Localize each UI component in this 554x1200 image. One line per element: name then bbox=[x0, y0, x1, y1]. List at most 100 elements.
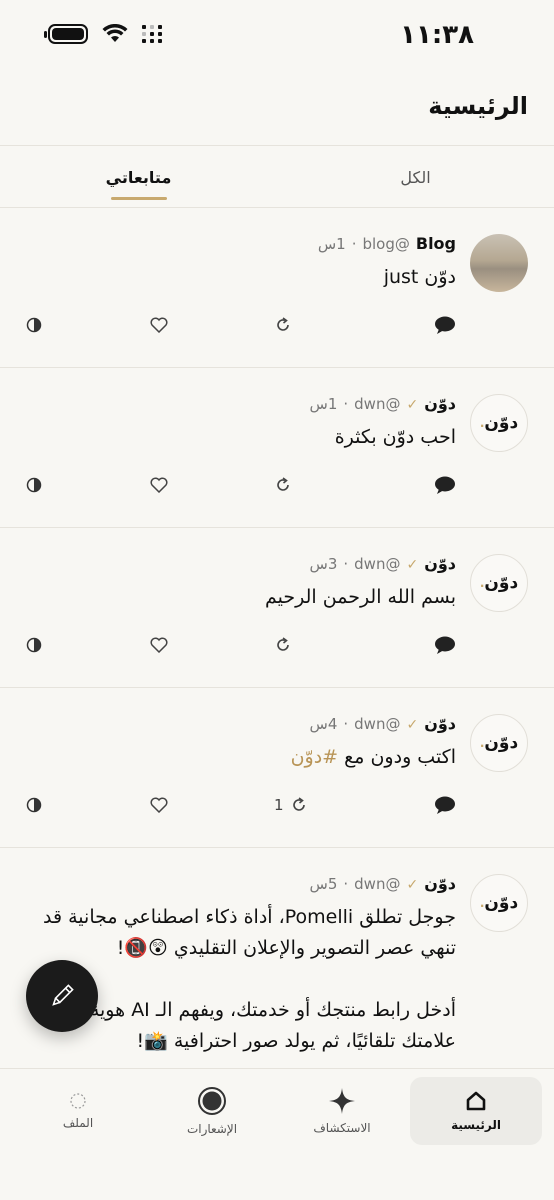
app-header: الرئيسية bbox=[0, 72, 554, 146]
comment-button[interactable] bbox=[434, 630, 456, 660]
repost-count: 1 bbox=[274, 796, 284, 814]
author-name[interactable]: Blog bbox=[416, 234, 456, 253]
separator: · bbox=[343, 555, 349, 573]
post[interactable]: دوّن. دوّن ✓ @dwn · 4س اكتب ودون مع #دوّ… bbox=[0, 688, 554, 848]
post-time: 1س bbox=[309, 395, 338, 413]
more-button[interactable] bbox=[26, 310, 42, 340]
author-name[interactable]: دوّن bbox=[424, 874, 456, 893]
nav-profile[interactable]: الملف bbox=[12, 1077, 144, 1145]
nav-explore-label: الاستكشاف bbox=[313, 1121, 371, 1135]
post-time: 3س bbox=[309, 555, 338, 573]
post-header: دوّن ✓ @dwn · 3س bbox=[310, 554, 456, 573]
post-actions: 1 bbox=[26, 790, 456, 820]
separator: · bbox=[343, 715, 349, 733]
sparkle-icon bbox=[329, 1088, 355, 1114]
repost-button[interactable] bbox=[274, 310, 292, 340]
avatar[interactable]: دوّن. bbox=[470, 714, 528, 772]
post-text-line: جوجل تطلق Pomelli، أداة ذكاء اصطناعي مجا… bbox=[43, 906, 456, 928]
tab-all[interactable]: الكل bbox=[277, 146, 554, 208]
verified-icon: ✓ bbox=[406, 557, 419, 573]
avatar[interactable]: دوّن. bbox=[470, 874, 528, 932]
notifications-icon bbox=[198, 1087, 226, 1115]
post-time: 1س bbox=[317, 235, 346, 253]
post-text: دوّن just bbox=[383, 266, 456, 288]
like-button[interactable] bbox=[150, 630, 168, 660]
nav-home-label: الرئيسية bbox=[451, 1118, 501, 1132]
more-button[interactable] bbox=[26, 630, 42, 660]
avatar-dot: . bbox=[479, 576, 485, 590]
wifi-icon bbox=[102, 24, 128, 42]
cellular-signal-icon bbox=[142, 25, 163, 43]
post-text: بسم الله الرحمن الرحيم bbox=[265, 586, 456, 608]
post[interactable]: Blog @blog · 1س دوّن just bbox=[0, 208, 554, 368]
author-name[interactable]: دوّن bbox=[424, 394, 456, 413]
repost-icon bbox=[277, 637, 289, 651]
repost-button[interactable] bbox=[274, 470, 292, 500]
repost-icon bbox=[277, 477, 289, 491]
comment-button[interactable] bbox=[434, 470, 456, 500]
feed[interactable]: Blog @blog · 1س دوّن just دوّن. دوّن ✓ @… bbox=[0, 208, 554, 1070]
repost-button[interactable]: 1 bbox=[274, 790, 308, 820]
avatar-logo: دوّن bbox=[484, 573, 519, 593]
like-button[interactable] bbox=[150, 470, 168, 500]
author-name[interactable]: دوّن bbox=[424, 554, 456, 573]
pencil-icon bbox=[52, 984, 74, 1006]
separator: · bbox=[343, 875, 349, 893]
avatar-dot: . bbox=[479, 896, 485, 910]
comment-button[interactable] bbox=[434, 310, 456, 340]
nav-profile-label: الملف bbox=[62, 1116, 94, 1130]
post-text-line: علامتك تلقائيًا، ثم يولد صور احترافية 📸! bbox=[136, 1030, 456, 1052]
tab-following[interactable]: متابعاتي bbox=[0, 146, 277, 208]
compose-button[interactable] bbox=[26, 960, 98, 1032]
nav-home[interactable]: الرئيسية bbox=[410, 1077, 542, 1145]
avatar[interactable]: دوّن. bbox=[470, 394, 528, 452]
page-title: الرئيسية bbox=[428, 92, 528, 120]
profile-icon bbox=[70, 1093, 86, 1109]
like-button[interactable] bbox=[150, 790, 168, 820]
post-text-body: اكتب ودون مع bbox=[338, 746, 456, 768]
separator: · bbox=[351, 235, 357, 253]
battery-icon bbox=[44, 24, 88, 44]
status-bar: ١١:٣٨ bbox=[0, 0, 554, 72]
author-handle: @dwn bbox=[354, 395, 401, 413]
post-header: دوّن ✓ @dwn · 1س bbox=[310, 394, 456, 413]
half-circle-icon bbox=[26, 637, 42, 653]
avatar[interactable]: دوّن. bbox=[470, 554, 528, 612]
active-tab-indicator bbox=[110, 197, 167, 200]
post-header: Blog @blog · 1س bbox=[318, 234, 456, 253]
verified-icon: ✓ bbox=[406, 717, 419, 733]
avatar[interactable] bbox=[470, 234, 528, 292]
more-button[interactable] bbox=[26, 470, 42, 500]
status-time: ١١:٣٨ bbox=[400, 20, 474, 50]
author-name[interactable]: دوّن bbox=[424, 714, 456, 733]
post-text: اكتب ودون مع #دوّن bbox=[26, 742, 456, 773]
post-actions bbox=[26, 310, 456, 340]
post-time: 4س bbox=[309, 715, 338, 733]
avatar-logo: دوّن bbox=[484, 413, 519, 433]
like-button[interactable] bbox=[150, 310, 168, 340]
nav-explore[interactable]: الاستكشاف bbox=[276, 1077, 408, 1145]
repost-icon bbox=[277, 317, 289, 331]
post[interactable]: دوّن. دوّن ✓ @dwn · 5س جوجل تطلق Pomelli… bbox=[0, 848, 554, 1070]
half-circle-icon bbox=[26, 797, 42, 813]
heart-icon bbox=[150, 477, 168, 493]
nav-notifications[interactable]: الإشعارات bbox=[146, 1077, 278, 1145]
post-header: دوّن ✓ @dwn · 5س bbox=[310, 874, 456, 893]
status-icons bbox=[44, 24, 163, 44]
more-button[interactable] bbox=[26, 790, 42, 820]
comment-button[interactable] bbox=[434, 790, 456, 820]
avatar-dot: . bbox=[479, 736, 485, 750]
comment-icon bbox=[435, 476, 455, 494]
author-handle: @dwn bbox=[354, 715, 401, 733]
post[interactable]: دوّن. دوّن ✓ @dwn · 3س بسم الله الرحمن ا… bbox=[0, 528, 554, 688]
post-actions bbox=[26, 470, 456, 500]
separator: · bbox=[343, 395, 349, 413]
half-circle-icon bbox=[26, 317, 42, 333]
avatar-logo: دوّن bbox=[484, 893, 519, 913]
repost-icon bbox=[292, 797, 305, 811]
hashtag-link[interactable]: #دوّن bbox=[291, 746, 339, 768]
repost-button[interactable] bbox=[274, 630, 292, 660]
home-icon bbox=[466, 1091, 486, 1111]
post-header: دوّن ✓ @dwn · 4س bbox=[310, 714, 456, 733]
post[interactable]: دوّن. دوّن ✓ @dwn · 1س احب دوّن بكثرة bbox=[0, 368, 554, 528]
